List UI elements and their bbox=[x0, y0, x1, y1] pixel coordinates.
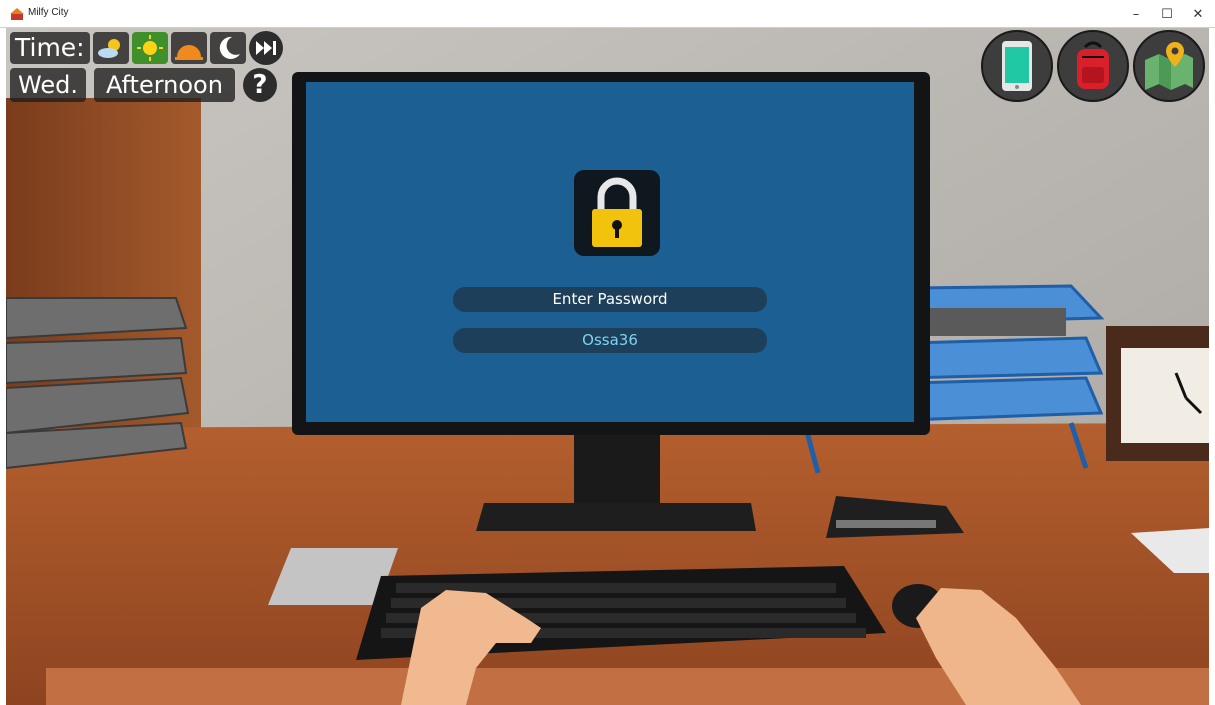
help-button[interactable]: ? bbox=[242, 68, 277, 102]
computer-monitor: Enter Password bbox=[292, 72, 930, 435]
day-label: Wed. bbox=[10, 68, 86, 102]
fast-forward-icon[interactable] bbox=[248, 31, 283, 65]
window-title: Milfy City bbox=[28, 7, 69, 18]
time-label: Time: bbox=[10, 32, 90, 64]
app-icon bbox=[10, 8, 24, 20]
evening-sunset-icon[interactable] bbox=[170, 32, 207, 64]
password-input[interactable] bbox=[453, 328, 767, 353]
night-moon-icon[interactable] bbox=[209, 32, 246, 64]
backpack-icon[interactable] bbox=[1057, 30, 1129, 102]
maximize-button[interactable]: ☐ bbox=[1150, 0, 1184, 28]
close-button[interactable]: ✕ bbox=[1181, 0, 1215, 28]
padlock-icon bbox=[574, 170, 660, 256]
phone-icon[interactable] bbox=[981, 30, 1053, 102]
minimize-button[interactable]: – bbox=[1119, 0, 1153, 28]
date-bar: Wed. Afternoon ? bbox=[10, 68, 277, 102]
window-titlebar: Milfy City – ☐ ✕ bbox=[0, 0, 1215, 28]
map-icon[interactable] bbox=[1133, 30, 1205, 102]
morning-sun-cloud-icon[interactable] bbox=[92, 32, 129, 64]
login-screen: Enter Password bbox=[306, 82, 914, 422]
game-scene: Time: Wed. Afternoon ? Enter Password Os… bbox=[6, 28, 1209, 705]
phase-label: Afternoon bbox=[93, 68, 235, 102]
enter-password-label: Enter Password bbox=[453, 287, 767, 312]
time-bar: Time: bbox=[10, 31, 283, 65]
day-sun-icon[interactable] bbox=[131, 32, 168, 64]
quick-menu bbox=[981, 30, 1205, 102]
